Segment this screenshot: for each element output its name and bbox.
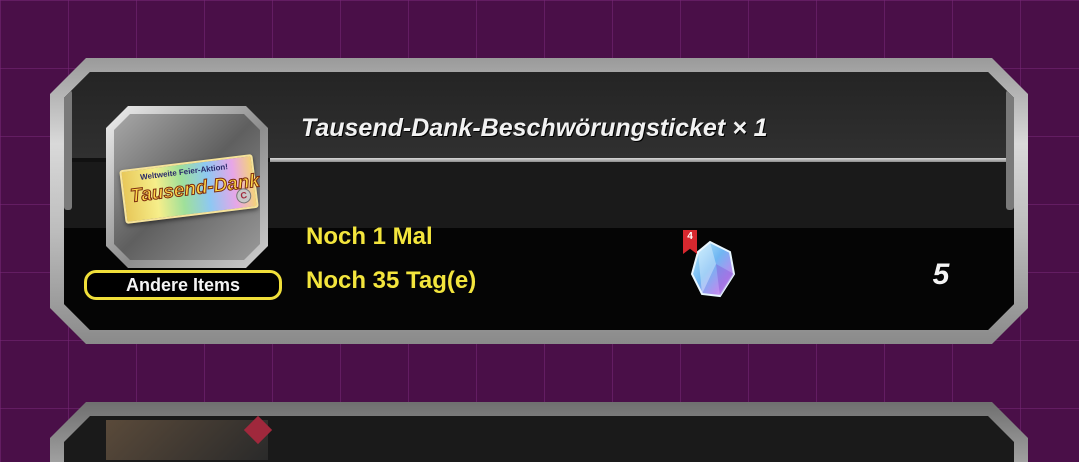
remaining-count: Noch 1 Mal — [306, 223, 433, 250]
item-thumbnail-inner: Weltweite Feier-Aktion! Tausend-Dank C — [114, 114, 260, 260]
remaining-days: Noch 35 Tag(e) — [306, 267, 477, 294]
reward-amount: 5 — [932, 258, 950, 291]
item-thumbnail[interactable]: Weltweite Feier-Aktion! Tausend-Dank C — [106, 106, 268, 268]
right-edge-mark — [1006, 90, 1014, 210]
reward-card-body: Tausend-Dank-Beschwörungsticket × 1 Welt… — [64, 72, 1014, 330]
next-item-thumbnail — [106, 420, 268, 460]
next-reward-card[interactable] — [50, 402, 1028, 462]
left-edge-mark — [64, 90, 72, 210]
reward-card[interactable]: Tausend-Dank-Beschwörungsticket × 1 Welt… — [50, 58, 1028, 344]
crystal-badge-number: 4 — [687, 231, 693, 242]
dragon-stone-icon: 4 — [680, 230, 740, 300]
next-reward-card-body — [64, 416, 1014, 462]
category-label: Andere Items — [84, 270, 282, 300]
reward-title: Tausend-Dank-Beschwörungsticket × 1 — [301, 114, 768, 142]
summon-ticket-icon: Weltweite Feier-Aktion! Tausend-Dank C — [119, 154, 259, 224]
